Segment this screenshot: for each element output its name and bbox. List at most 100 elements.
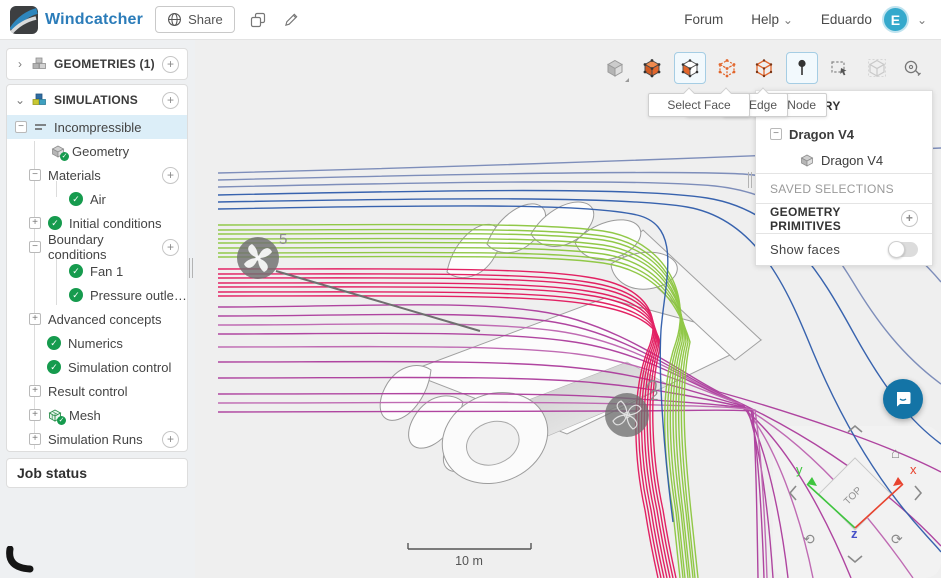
user-avatar[interactable]: E — [882, 6, 909, 33]
show-faces-label: Show faces — [770, 242, 840, 257]
tree-item-label: Geometry — [72, 144, 129, 159]
simulations-icon — [32, 93, 47, 107]
add-primitive-button[interactable]: + — [901, 210, 918, 227]
project-title[interactable]: Windcatcher — [45, 11, 143, 29]
measure-tool[interactable] — [896, 52, 928, 84]
panel-resize-handle[interactable] — [748, 172, 749, 188]
tree-item-result-control[interactable]: + Result control — [7, 379, 187, 403]
tree-item-label: Fan 1 — [90, 264, 123, 279]
dropdown-corner-icon — [625, 78, 629, 82]
fan-marker-2-label: 2 — [650, 387, 658, 404]
expand-toggle-icon[interactable]: + — [29, 409, 41, 421]
simulations-header[interactable]: SIMULATIONS — [54, 93, 138, 107]
forum-link[interactable]: Forum — [674, 12, 733, 27]
app-window: 5 2 10 m T — [0, 0, 941, 578]
add-material-button[interactable]: + — [162, 167, 179, 184]
app-logo[interactable] — [10, 6, 38, 34]
node-cube-icon — [754, 58, 774, 78]
tree-item-label: Numerics — [68, 336, 123, 351]
rotate-ccw-icon[interactable]: ⟲ — [803, 531, 815, 547]
tree-item-geometry[interactable]: ✓ Geometry — [7, 139, 187, 163]
user-menu-chevron-icon[interactable]: ⌄ — [917, 15, 927, 25]
top-bar: Windcatcher Share Forum Help ⌄ — [0, 0, 941, 40]
geometries-icon — [32, 57, 47, 71]
tree-item-label: Incompressible — [54, 120, 141, 135]
collapse-toggle-icon[interactable]: − — [29, 169, 41, 181]
chevron-right-icon[interactable]: › — [15, 57, 25, 71]
tree-item-simulation-runs[interactable]: + Simulation Runs + — [7, 427, 187, 451]
select-body-tool[interactable] — [636, 52, 668, 84]
expand-toggle-icon[interactable]: + — [29, 433, 41, 445]
tree-item-label: Mesh — [69, 408, 101, 423]
geometry-item-row[interactable]: Dragon V4 — [756, 147, 932, 173]
tree-item-fan-1[interactable]: ✓ Fan 1 — [7, 259, 187, 283]
measuring-tape-icon — [902, 58, 922, 78]
collapse-toggle-icon[interactable]: − — [15, 121, 27, 133]
collapse-toggle-icon[interactable]: − — [29, 241, 41, 253]
geometry-group-row[interactable]: − Dragon V4 — [756, 121, 932, 147]
toggle-knob — [888, 241, 905, 258]
help-menu[interactable]: Help ⌄ — [741, 12, 803, 27]
tree-item-simulation-control[interactable]: ✓ Simulation control — [7, 355, 187, 379]
fan-marker-5-label: 5 — [279, 231, 287, 248]
rotate-cw-icon[interactable]: ⟳ — [891, 531, 903, 547]
home-view-icon[interactable]: ⌂ — [891, 445, 900, 462]
tree-item-numerics[interactable]: ✓ Numerics — [7, 331, 187, 355]
user-name: Eduardo — [811, 12, 874, 27]
tree-item-pressure-outlet[interactable]: ✓ Pressure outle… — [7, 283, 187, 307]
chat-bubble-icon — [893, 389, 913, 409]
scale-bar: 10 m — [408, 543, 531, 568]
select-face-tool[interactable] — [674, 52, 706, 84]
windcatcher-geometry[interactable] — [370, 199, 761, 499]
geometry-cube-icon — [800, 154, 814, 167]
geometry-item-label: Dragon V4 — [821, 153, 883, 168]
pencil-icon — [284, 12, 299, 27]
tree-item-advanced-concepts[interactable]: + Advanced concepts — [7, 307, 187, 331]
select-volume-tool[interactable] — [599, 52, 631, 84]
multi-select-tool-disabled — [861, 52, 893, 84]
select-edge-tool[interactable] — [711, 52, 743, 84]
share-button[interactable]: Share — [155, 6, 235, 33]
tree-item-boundary-conditions[interactable]: − Boundary conditions + — [7, 235, 187, 259]
add-simulation-button[interactable]: + — [162, 92, 179, 109]
add-boundary-condition-button[interactable]: + — [162, 239, 179, 256]
check-badge-icon: ✓ — [57, 416, 66, 425]
add-geometry-button[interactable]: + — [162, 56, 179, 73]
tree-item-air[interactable]: ✓ Air — [7, 187, 187, 211]
geometries-header[interactable]: GEOMETRIES (1) — [54, 57, 155, 71]
tree-item-label: Air — [90, 192, 106, 207]
rename-project-button[interactable] — [281, 9, 303, 31]
expand-toggle-icon[interactable]: + — [29, 217, 41, 229]
face-cube-icon — [680, 58, 700, 78]
expand-toggle-icon[interactable]: + — [29, 313, 41, 325]
orange-cube-icon — [642, 58, 662, 78]
chevron-down-icon[interactable]: ⌄ — [15, 93, 25, 107]
geometry-group-label: Dragon V4 — [789, 127, 854, 142]
check-icon: ✓ — [47, 360, 61, 374]
job-status-panel[interactable]: Job status — [6, 458, 188, 488]
copy-project-button[interactable] — [247, 9, 269, 31]
sidebar-resize-handle[interactable] — [189, 258, 190, 278]
incompressible-flow-icon — [34, 122, 47, 132]
add-simulation-run-button[interactable]: + — [162, 431, 179, 448]
support-chat-button[interactable] — [883, 379, 923, 419]
probe-point-tool[interactable] — [786, 52, 818, 84]
tree-item-label: Materials — [48, 168, 101, 183]
show-faces-toggle[interactable] — [888, 242, 918, 257]
axis-x-label: x — [910, 462, 917, 477]
tree-item-label: Result control — [48, 384, 127, 399]
watermark-logo-crescent — [2, 546, 36, 576]
tree-item-mesh[interactable]: + ✓ Mesh — [7, 403, 187, 427]
collapse-toggle-icon[interactable]: − — [770, 128, 782, 140]
tree-item-incompressible[interactable]: − Incompressible — [7, 115, 187, 139]
box-select-tool[interactable] — [823, 52, 855, 84]
show-faces-row: Show faces — [756, 233, 932, 265]
select-node-tool[interactable] — [748, 52, 780, 84]
simulations-section: ⌄ SIMULATIONS + − Incompressible — [6, 84, 188, 452]
edge-cube-icon — [717, 58, 737, 78]
chevron-down-icon: ⌄ — [783, 13, 793, 27]
check-icon: ✓ — [69, 192, 83, 206]
tree-item-materials[interactable]: − Materials + — [7, 163, 187, 187]
geometry-primitives-header: GEOMETRY PRIMITIVES + — [756, 203, 932, 233]
expand-toggle-icon[interactable]: + — [29, 385, 41, 397]
